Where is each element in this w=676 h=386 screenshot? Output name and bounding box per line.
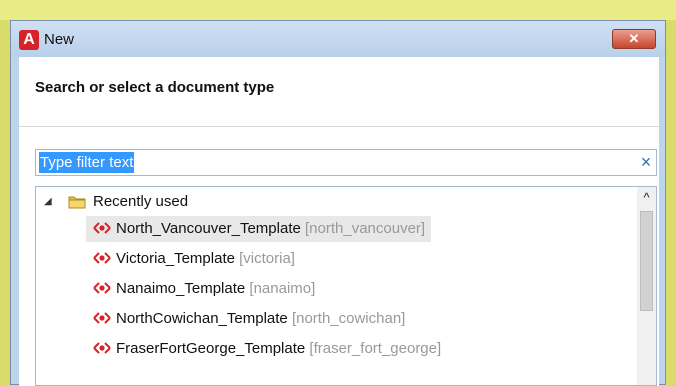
- template-id-hint: [victoria]: [239, 250, 295, 267]
- template-name: Victoria_Template: [116, 250, 235, 267]
- tree-group-recently-used[interactable]: ◢ Recently used: [36, 189, 636, 215]
- close-button[interactable]: ✕: [612, 29, 656, 49]
- title-bar[interactable]: A New ✕: [11, 21, 665, 57]
- dialog-header: Search or select a document type: [19, 57, 659, 127]
- filter-input[interactable]: [39, 153, 619, 172]
- template-name: North_Vancouver_Template: [116, 220, 301, 237]
- template-item[interactable]: FraserFortGeorge_Template [fraser_fort_g…: [86, 336, 447, 362]
- template-icon: [93, 312, 111, 324]
- template-icon: [93, 252, 111, 264]
- template-name: NorthCowichan_Template: [116, 310, 288, 327]
- scroll-up-arrow-icon[interactable]: ^: [637, 189, 656, 207]
- template-item[interactable]: Nanaimo_Template [nanaimo]: [86, 276, 321, 302]
- template-name: Nanaimo_Template: [116, 280, 246, 297]
- template-name: FraserFortGeorge_Template: [116, 340, 306, 357]
- template-id-hint: [north_vancouver]: [305, 220, 426, 237]
- template-icon: [93, 222, 111, 234]
- template-icon: [93, 342, 111, 354]
- background-left-edge: [0, 20, 10, 385]
- template-item[interactable]: NorthCowichan_Template [north_cowichan]: [86, 306, 411, 332]
- document-type-tree: ◢ Recently used North_Vancouver_Template…: [35, 186, 657, 386]
- new-dialog: A New ✕ Search or select a document type…: [10, 20, 666, 386]
- folder-icon: [68, 196, 86, 209]
- template-item[interactable]: Victoria_Template [victoria]: [86, 246, 301, 272]
- app-icon: A: [19, 30, 39, 50]
- template-id-hint: [nanaimo]: [249, 280, 316, 297]
- dialog-content: Search or select a document type Type fi…: [19, 57, 659, 386]
- clear-filter-icon[interactable]: ×: [637, 152, 655, 173]
- filter-field[interactable]: Type filter text ×: [35, 149, 657, 176]
- background-window-strip: [0, 0, 676, 20]
- template-id-hint: [fraser_fort_george]: [309, 340, 442, 357]
- template-item[interactable]: North_Vancouver_Template [north_vancouve…: [86, 216, 432, 242]
- header-text: Search or select a document type: [35, 79, 275, 96]
- template-id-hint: [north_cowichan]: [291, 310, 406, 327]
- template-icon: [93, 282, 111, 294]
- tree-group-label: Recently used: [93, 193, 189, 210]
- expand-toggle-icon[interactable]: ◢: [44, 189, 52, 215]
- vertical-scrollbar[interactable]: ^: [637, 187, 656, 385]
- window-title: New: [44, 31, 75, 48]
- scroll-thumb[interactable]: [640, 211, 653, 311]
- background-right-edge: [666, 20, 676, 385]
